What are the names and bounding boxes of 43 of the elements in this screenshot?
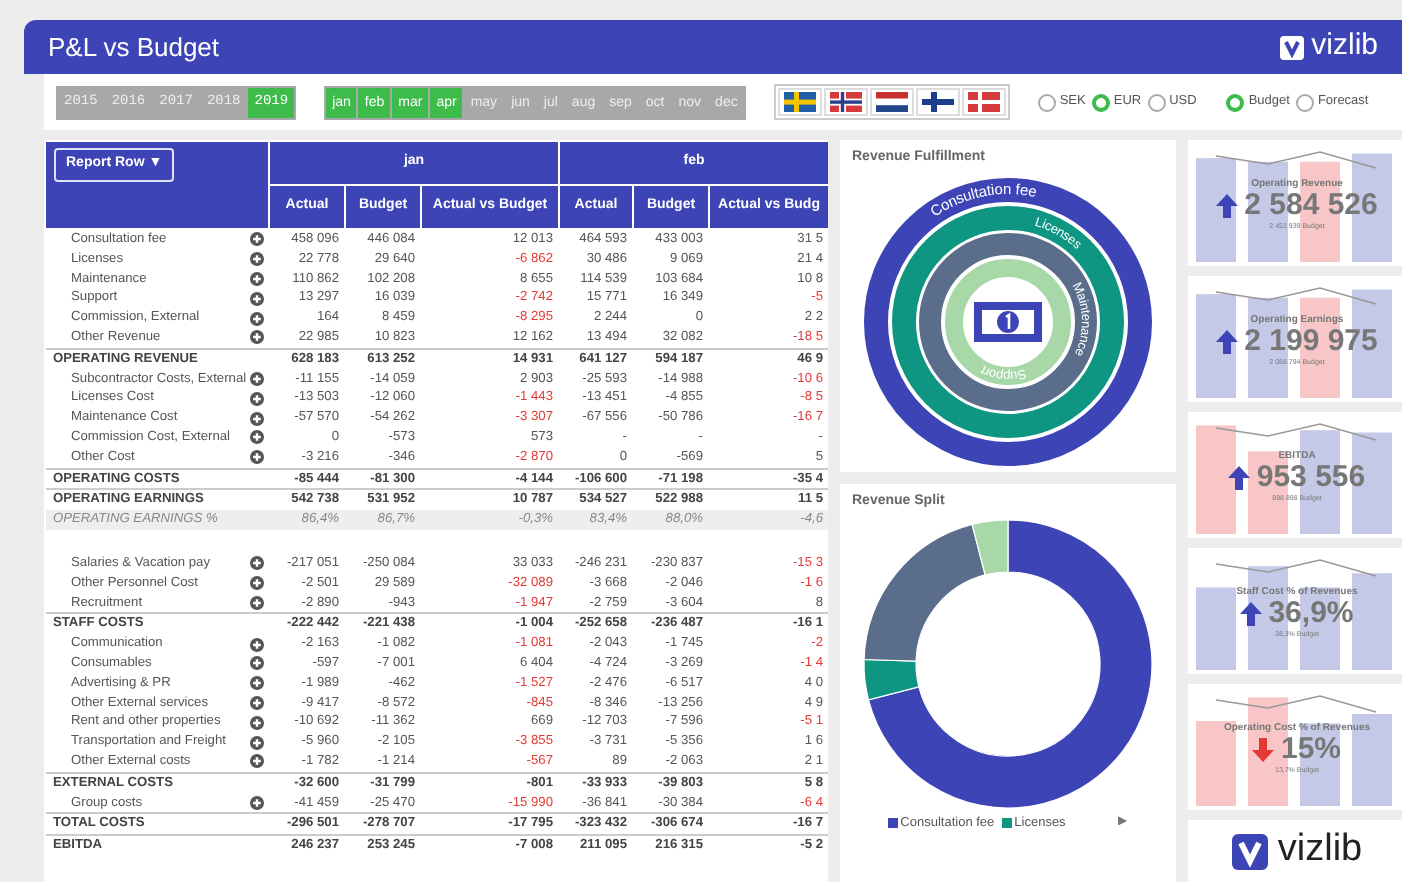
expand-plus-icon[interactable]: [249, 311, 263, 326]
expand-plus-icon[interactable]: [249, 656, 263, 671]
expand-plus-icon[interactable]: [249, 450, 263, 465]
dashboard-title: P&L vs Budget: [48, 29, 220, 66]
arrow-up-icon: [1240, 601, 1263, 625]
expand-plus-icon[interactable]: [249, 430, 263, 445]
arrow-down-icon: [1252, 737, 1275, 761]
expand-plus-icon[interactable]: [249, 735, 263, 750]
logo-text: vizlib: [1277, 826, 1363, 875]
expand-plus-icon[interactable]: [249, 676, 263, 691]
flag-icon[interactable]: [829, 92, 862, 112]
arrow-up-icon: [1216, 193, 1239, 217]
kpi-value: 36,9%: [1268, 597, 1354, 629]
flag-icon[interactable]: [783, 92, 816, 112]
arrow-up-icon: [1216, 329, 1239, 353]
logo-text: vizlib: [1311, 26, 1378, 67]
expand-plus-icon[interactable]: [249, 252, 263, 267]
expand-plus-icon[interactable]: [249, 232, 263, 247]
kpi-value: 2 584 526: [1244, 189, 1378, 221]
expand-plus-icon[interactable]: [249, 576, 263, 591]
expand-plus-icon[interactable]: [249, 271, 263, 286]
flag-icon[interactable]: [875, 92, 908, 112]
logo-icon: [1279, 35, 1304, 59]
expand-plus-icon[interactable]: [249, 391, 263, 406]
kpi-value: 15%: [1280, 733, 1342, 765]
kpi-value: 953 556: [1256, 461, 1366, 493]
flag-icon[interactable]: [967, 92, 1000, 112]
expand-plus-icon[interactable]: [249, 411, 263, 426]
expand-plus-icon[interactable]: [249, 754, 263, 769]
banknote-icon: [974, 301, 1042, 341]
logo-icon: [1231, 833, 1268, 869]
expand-plus-icon[interactable]: [249, 637, 263, 652]
expand-plus-icon[interactable]: [249, 795, 263, 810]
expand-plus-icon[interactable]: [249, 715, 263, 730]
expand-plus-icon[interactable]: [249, 291, 263, 306]
kpi-value: 2 199 975: [1244, 325, 1378, 357]
expand-plus-icon[interactable]: [249, 695, 263, 710]
expand-plus-icon[interactable]: [249, 556, 263, 571]
expand-plus-icon[interactable]: [249, 595, 263, 610]
expand-plus-icon[interactable]: [249, 371, 263, 386]
expand-plus-icon[interactable]: [249, 330, 263, 345]
flag-icon[interactable]: [921, 92, 954, 112]
arrow-up-icon: [1228, 465, 1251, 489]
